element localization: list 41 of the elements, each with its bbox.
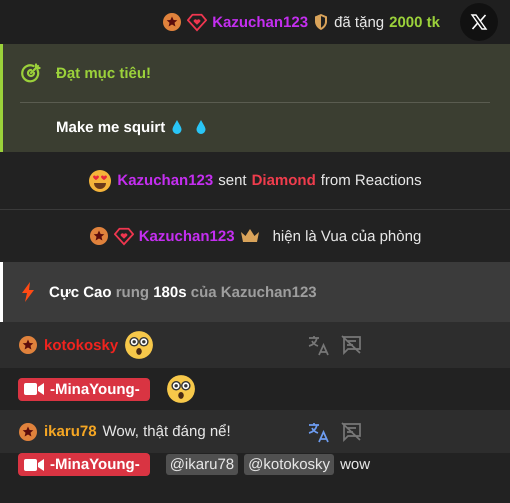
broadcaster-tag[interactable]: -MinaYoung- [18, 453, 150, 476]
video-camera-icon [24, 382, 44, 396]
mention[interactable]: @kotokosky [244, 454, 334, 475]
droplet-icon [171, 119, 184, 135]
crown-icon [240, 228, 260, 244]
x-button[interactable] [460, 3, 498, 41]
heart-eyes-emoji-icon [88, 168, 112, 192]
broadcaster-tag[interactable]: -MinaYoung- [18, 378, 150, 400]
reaction-name: Diamond [252, 172, 316, 189]
hide-message-icon[interactable] [340, 420, 362, 442]
target-icon [20, 62, 42, 84]
tip-amount: 2000 tk [389, 14, 440, 30]
username[interactable]: Kazuchan123 [117, 172, 214, 189]
x-icon [469, 12, 489, 32]
username[interactable]: Kazuchan123 [138, 228, 235, 244]
mention[interactable]: @ikaru78 [166, 454, 238, 475]
goal-title: Đạt mục tiêu! [56, 64, 152, 82]
message-text: wow [340, 456, 370, 473]
lightning-icon [21, 282, 35, 302]
event-text: hiện là Vua của phòng [272, 228, 422, 244]
video-camera-icon [24, 458, 44, 472]
star-badge-icon [18, 422, 38, 442]
translate-icon[interactable] [308, 420, 330, 442]
username[interactable]: Kazuchan123 [212, 14, 308, 30]
event-text: from Reactions [320, 172, 422, 189]
username[interactable]: ikaru78 [44, 423, 97, 440]
event-text: sent [218, 172, 247, 189]
tip-text: đã tặng [334, 14, 384, 30]
star-badge-icon [162, 12, 182, 32]
hide-message-icon[interactable] [340, 334, 362, 356]
message-text: Wow, thật đáng nể! [102, 423, 231, 440]
translate-icon[interactable] [308, 334, 330, 356]
shield-icon [313, 13, 330, 31]
diamond-heart-icon [187, 12, 208, 32]
username[interactable]: kotokosky [44, 336, 118, 354]
vibration-text: Cực Cao rung 180s của Kazuchan123 [49, 284, 317, 300]
goal-text: Make me squirt [56, 118, 166, 136]
star-badge-icon [18, 335, 38, 355]
droplet-icon [195, 119, 208, 135]
diamond-heart-icon [114, 226, 134, 246]
star-badge-icon [88, 226, 109, 246]
